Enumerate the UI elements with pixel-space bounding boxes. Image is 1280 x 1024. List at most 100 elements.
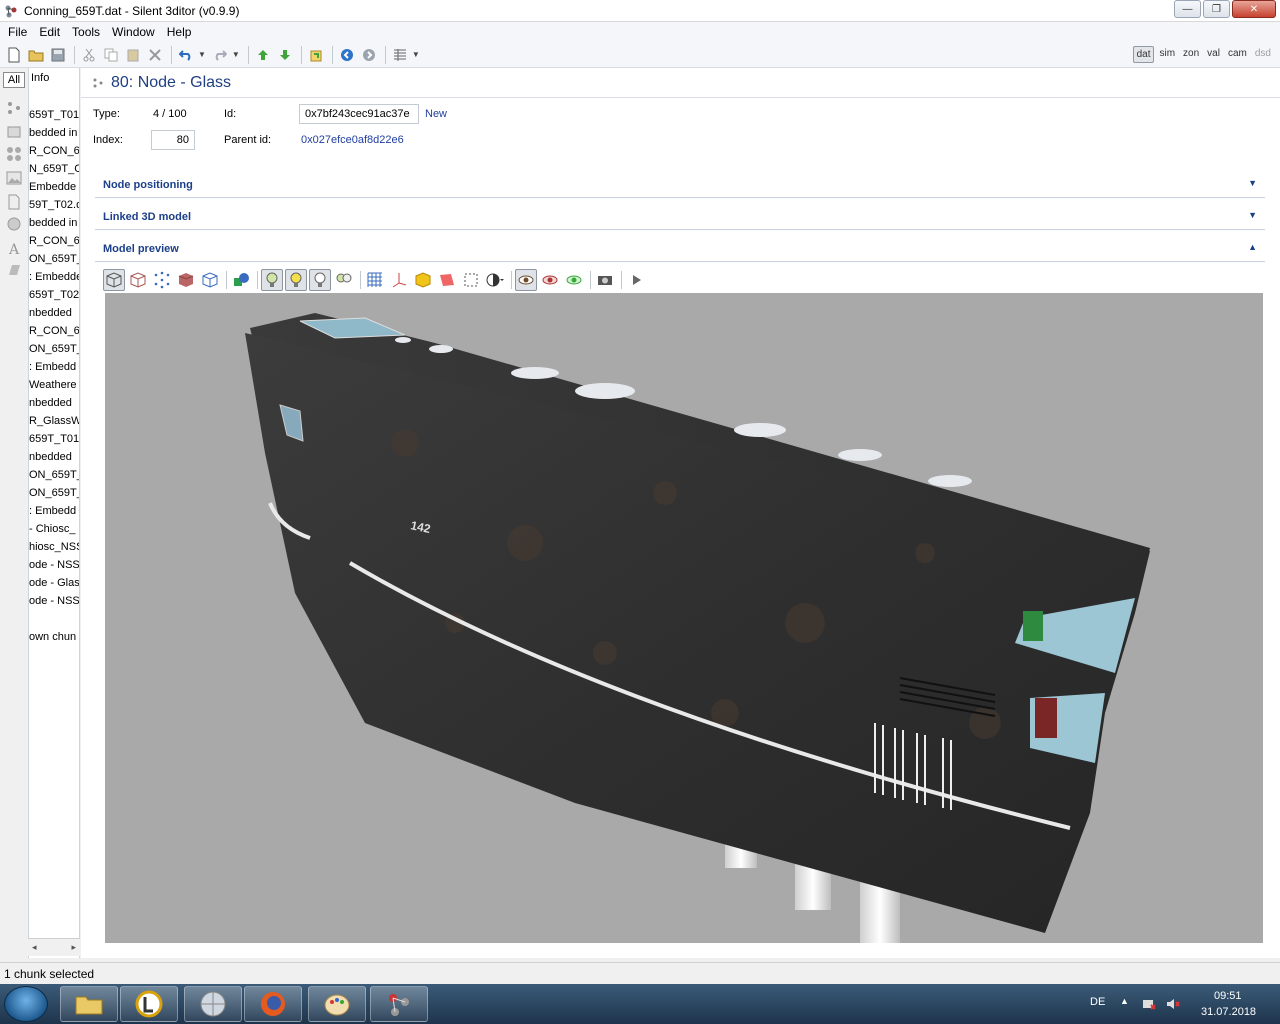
grid-icon[interactable] [364, 269, 386, 291]
clock-date[interactable]: 31.07.2018 [1201, 1006, 1256, 1018]
tray-expand-icon[interactable]: ▲ [1120, 996, 1129, 1006]
solid-cube-icon[interactable] [175, 269, 197, 291]
delete-icon[interactable] [145, 45, 165, 65]
light-2-icon[interactable] [285, 269, 307, 291]
maximize-button[interactable]: ❐ [1203, 0, 1230, 18]
chevron-down-icon[interactable]: ▼ [1248, 210, 1257, 220]
taskbar-molecule-app-icon[interactable] [370, 986, 428, 1022]
tree-item[interactable]: R_CON_6 [29, 322, 79, 340]
language-indicator[interactable]: DE [1090, 996, 1105, 1008]
tree-item[interactable]: hiosc_NSS [29, 538, 79, 556]
parent-id-link[interactable]: 0x027efce0af8d22e6 [301, 134, 404, 146]
edges-cube-icon[interactable] [127, 269, 149, 291]
network-icon[interactable] [1142, 997, 1156, 1011]
mode-tab-cam[interactable]: cam [1225, 46, 1250, 63]
view-dropdown-icon[interactable]: ▼ [412, 50, 420, 59]
new-id-link[interactable]: New [425, 108, 447, 120]
tree-item[interactable]: - Chiosc_ [29, 520, 75, 538]
mode-tab-val[interactable]: val [1204, 46, 1223, 63]
filter-model-icon[interactable] [6, 124, 22, 140]
new-file-icon[interactable] [4, 45, 24, 65]
section-node-positioning[interactable]: Node positioning ▼ [95, 172, 1265, 198]
back-icon[interactable] [337, 45, 357, 65]
texture-cube-icon[interactable] [412, 269, 434, 291]
selection-icon[interactable] [460, 269, 482, 291]
tree-item[interactable]: 659T_T01.d [29, 106, 79, 124]
model-viewport[interactable]: 142 [105, 293, 1263, 943]
filter-texture-icon[interactable] [6, 170, 22, 186]
eye-icon[interactable] [515, 269, 537, 291]
mode-tab-sim[interactable]: sim [1156, 46, 1178, 63]
filter-text-icon[interactable]: A [6, 240, 22, 256]
minimize-button[interactable]: — [1174, 0, 1201, 18]
eye-red-icon[interactable] [539, 269, 561, 291]
tree-item[interactable]: 659T_T02. [29, 286, 79, 304]
forward-icon[interactable] [359, 45, 379, 65]
index-field[interactable]: 80 [151, 130, 195, 150]
mode-tab-zon[interactable]: zon [1180, 46, 1202, 63]
filter-all-button[interactable]: All [3, 72, 25, 88]
shading-menu-icon[interactable] [484, 269, 506, 291]
scroll-right-icon[interactable]: ▸ [71, 942, 76, 953]
cut-icon[interactable] [79, 45, 99, 65]
tree-item[interactable]: bedded in [29, 124, 77, 142]
filter-material-icon[interactable] [6, 146, 22, 162]
clock-time[interactable]: 09:51 [1214, 990, 1242, 1002]
filter-document-icon[interactable] [6, 194, 22, 210]
tree-item[interactable]: ode - Glas [29, 574, 79, 592]
tree-item[interactable]: Weathere [29, 376, 77, 394]
start-button[interactable] [4, 986, 48, 1022]
multi-shape-icon[interactable] [230, 269, 252, 291]
light-1-icon[interactable] [261, 269, 283, 291]
mode-tab-dat[interactable]: dat [1132, 46, 1155, 63]
save-icon[interactable] [48, 45, 68, 65]
paste-icon[interactable] [123, 45, 143, 65]
menu-edit[interactable]: Edit [33, 25, 66, 39]
taskbar-explorer-icon[interactable] [60, 986, 118, 1022]
redo-dropdown-icon[interactable]: ▼ [232, 50, 240, 59]
tree-item[interactable]: 59T_T02.d [29, 196, 79, 214]
flat-shape-icon[interactable] [436, 269, 458, 291]
move-down-icon[interactable] [275, 45, 295, 65]
tree-item[interactable]: ON_659T_ [29, 466, 79, 484]
tree-item[interactable]: : Embedd [29, 358, 76, 376]
tree-item[interactable]: ON_659T_ [29, 340, 79, 358]
chevron-down-icon[interactable]: ▼ [1248, 178, 1257, 188]
filter-controller-icon[interactable] [6, 216, 22, 232]
id-field[interactable]: 0x7bf243cec91ac37e [299, 104, 419, 124]
light-multi-icon[interactable] [333, 269, 355, 291]
wireframe-cube-icon[interactable] [103, 269, 125, 291]
tree-item[interactable]: own chun [29, 628, 76, 646]
tree-item[interactable]: 659T_T01. [29, 430, 79, 448]
open-folder-icon[interactable] [26, 45, 46, 65]
import-icon[interactable] [306, 45, 326, 65]
menu-help[interactable]: Help [161, 25, 198, 39]
tree-item[interactable]: : Embedd [29, 502, 76, 520]
tree-item[interactable]: N_659T_C [29, 160, 79, 178]
mode-tab-dsd[interactable]: dsd [1252, 46, 1274, 63]
redo-icon[interactable] [210, 45, 230, 65]
filter-unknown-icon[interactable] [6, 262, 22, 278]
section-linked-3d-model[interactable]: Linked 3D model ▼ [95, 204, 1265, 230]
tree-item[interactable]: R_GlassW [29, 412, 79, 430]
taskbar-launcher-icon[interactable] [120, 986, 178, 1022]
tree-item[interactable]: ode - NSS [29, 592, 79, 610]
points-icon[interactable] [151, 269, 173, 291]
camera-icon[interactable] [594, 269, 616, 291]
close-button[interactable]: ✕ [1232, 0, 1276, 18]
undo-dropdown-icon[interactable]: ▼ [198, 50, 206, 59]
tree-item[interactable]: nbedded [29, 394, 72, 412]
menu-tools[interactable]: Tools [66, 25, 106, 39]
taskbar-paint-icon[interactable] [308, 986, 366, 1022]
tree-item[interactable]: nbedded [29, 448, 72, 466]
play-icon[interactable] [625, 269, 647, 291]
tree-item[interactable]: ON_659T_ [29, 250, 79, 268]
tree-item[interactable]: R_CON_65 [29, 142, 79, 160]
volume-icon[interactable] [1166, 997, 1180, 1011]
tree-item[interactable]: R_CON_65 [29, 232, 79, 250]
view-grid-icon[interactable] [390, 45, 410, 65]
undo-icon[interactable] [176, 45, 196, 65]
bounding-box-icon[interactable] [199, 269, 221, 291]
taskbar-globe-icon[interactable] [184, 986, 242, 1022]
axes-icon[interactable] [388, 269, 410, 291]
